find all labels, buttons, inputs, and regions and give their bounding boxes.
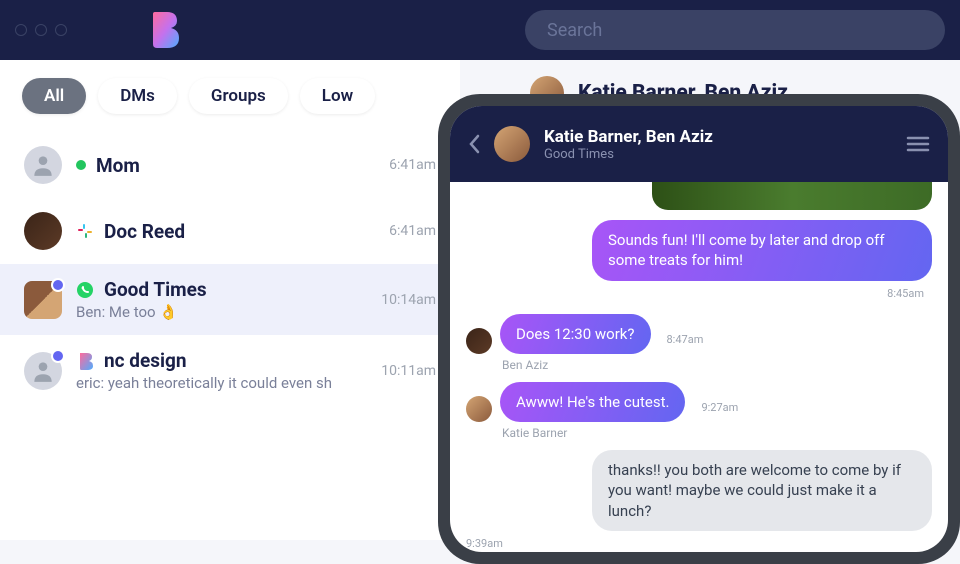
traffic-light-max[interactable] [55, 24, 67, 36]
search-input[interactable]: Search [525, 10, 945, 50]
unread-badge [51, 278, 65, 292]
message-sender: Ben Aziz [502, 358, 932, 372]
conversation-item[interactable]: Good Times Ben: Me too 👌 10:14am [0, 264, 460, 335]
conversation-list: Mom 6:41am Doc Reed 6:41am Good Times [0, 132, 460, 406]
back-icon[interactable] [468, 134, 480, 154]
conversation-time: 6:41am [389, 157, 436, 173]
message-time: 9:27am [701, 401, 738, 414]
conversation-item[interactable]: nc design eric: yeah theoretically it co… [0, 335, 460, 406]
conversation-preview: eric: yeah theoretically it could even s… [76, 374, 367, 392]
traffic-light-min[interactable] [35, 24, 47, 36]
phone-frame: Katie Barner, Ben Aziz Good Times Sounds… [438, 94, 960, 564]
avatar[interactable] [494, 126, 530, 162]
conversation-preview: Ben: Me too 👌 [76, 303, 367, 321]
conversation-item[interactable]: Doc Reed 6:41am [0, 198, 460, 264]
conversation-item[interactable]: Mom 6:41am [0, 132, 460, 198]
chat-header: Katie Barner, Ben Aziz Good Times [450, 106, 948, 182]
online-status-icon [76, 160, 86, 170]
chat-title-box[interactable]: Katie Barner, Ben Aziz Good Times [544, 127, 892, 162]
avatar [24, 146, 62, 184]
message-time: 8:45am [887, 287, 924, 300]
app-logo [147, 12, 179, 48]
filter-groups[interactable]: Groups [189, 78, 288, 114]
message-avatar [466, 328, 492, 354]
group-avatar [24, 281, 62, 319]
message-bubble-outgoing[interactable]: thanks!! you both are welcome to come by… [592, 450, 932, 531]
unread-badge [51, 349, 65, 363]
chat-title: Katie Barner, Ben Aziz [544, 127, 892, 147]
conversation-time: 6:41am [389, 223, 436, 239]
message-time: 8:47am [667, 333, 704, 346]
message-sender: Katie Barner [502, 426, 932, 440]
slack-icon [76, 222, 94, 240]
message-bubble-incoming[interactable]: Awww! He's the cutest. [500, 382, 685, 422]
conversation-time: 10:11am [381, 363, 436, 379]
search-placeholder: Search [547, 20, 602, 41]
message-time: 9:39am [466, 537, 503, 550]
window-controls[interactable] [15, 24, 67, 36]
app-icon [76, 352, 94, 370]
phone-screen: Katie Barner, Ben Aziz Good Times Sounds… [450, 106, 948, 552]
whatsapp-icon [76, 281, 94, 299]
menu-icon[interactable] [906, 135, 930, 153]
conversation-name: Good Times [104, 278, 207, 301]
message-bubble-incoming[interactable]: Does 12:30 work? [500, 314, 651, 354]
message-avatar [466, 396, 492, 422]
conversation-time: 10:14am [381, 292, 436, 308]
conversation-name: Mom [96, 154, 140, 177]
filter-all[interactable]: All [22, 78, 86, 114]
filter-low[interactable]: Low [300, 78, 375, 114]
filter-tabs: All DMs Groups Low [0, 60, 460, 132]
image-message[interactable] [652, 182, 932, 210]
message-bubble-outgoing[interactable]: Sounds fun! I'll come by later and drop … [592, 220, 932, 281]
app-header: Search [0, 0, 960, 60]
conversation-name: Doc Reed [104, 220, 185, 243]
avatar [24, 212, 62, 250]
filter-dms[interactable]: DMs [98, 78, 177, 114]
avatar [24, 352, 62, 390]
conversation-sidebar: All DMs Groups Low Mom 6:41am Doc Reed [0, 60, 460, 540]
chat-subtitle: Good Times [544, 147, 892, 162]
traffic-light-close[interactable] [15, 24, 27, 36]
conversation-name: nc design [104, 349, 187, 372]
message-list[interactable]: Sounds fun! I'll come by later and drop … [450, 182, 948, 552]
